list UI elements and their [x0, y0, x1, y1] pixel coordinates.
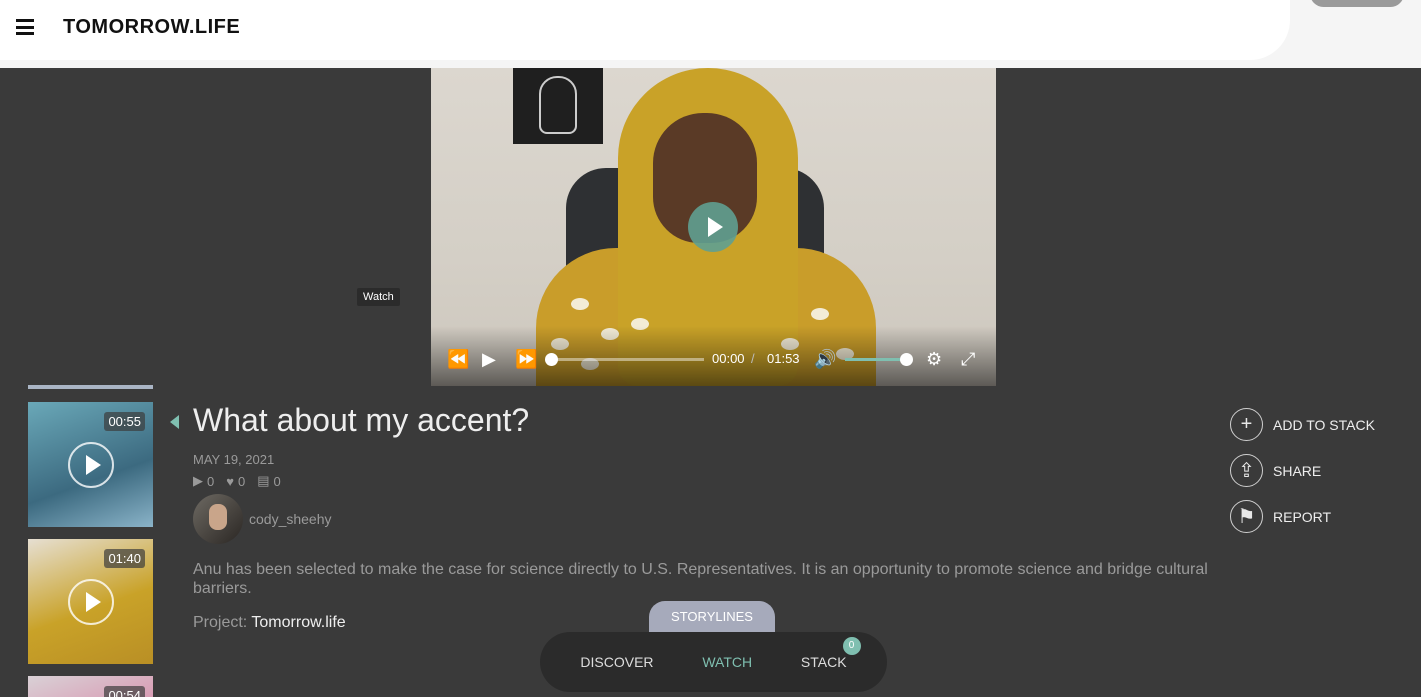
thumbnail-duration: 01:40	[104, 549, 145, 568]
volume-icon[interactable]: 🔊	[814, 349, 836, 369]
header-bar: TOMORROW.LIFE	[0, 0, 1290, 60]
thumbnail-scroll-indicator	[28, 385, 153, 389]
heart-icon: ♥	[226, 473, 234, 489]
nav-stack-label: STACK	[800, 654, 847, 670]
comments-count: 0	[273, 473, 281, 489]
likes-count: 0	[237, 473, 246, 489]
nav-watch[interactable]: WATCH	[702, 654, 752, 670]
story-stats: ▶ 0 ♥ 0 ▤ 0	[193, 473, 281, 489]
share-icon: ⇪	[1230, 454, 1263, 487]
stack-count-badge: 0	[842, 637, 861, 655]
thumbnail-duration: 00:55	[104, 412, 145, 431]
current-time: 00:00	[712, 351, 745, 366]
settings-gear-icon[interactable]: ⚙	[926, 349, 942, 369]
watch-tooltip: Watch	[357, 288, 400, 306]
rewind-icon[interactable]: ⏪	[447, 349, 469, 369]
nav-discover[interactable]: DISCOVER	[580, 654, 653, 670]
user-avatar[interactable]	[193, 494, 243, 544]
storylines-tab[interactable]: STORYLINES	[649, 601, 775, 633]
big-play-button[interactable]	[688, 202, 738, 252]
progress-slider[interactable]	[545, 353, 704, 366]
thumbnail-play-icon[interactable]	[68, 579, 114, 625]
site-logo[interactable]: TOMORROW.LIFE	[63, 16, 240, 39]
share-label: SHARE	[1273, 462, 1322, 479]
bottom-nav: DISCOVER WATCH STACK 0	[540, 632, 887, 692]
video-player[interactable]: ⏪ ▶ ⏩ 00:00 / 01:53 🔊 ⚙ ⤢	[431, 68, 996, 386]
progress-knob[interactable]	[545, 353, 558, 366]
play-icon[interactable]: ▶	[482, 349, 496, 369]
flag-icon: ⚑	[1230, 500, 1263, 533]
profile-button[interactable]	[1310, 0, 1404, 7]
nav-stack[interactable]: STACK 0	[800, 637, 861, 670]
share-button[interactable]: ⇪ SHARE	[1230, 454, 1321, 487]
plays-icon: ▶	[193, 473, 203, 488]
fast-forward-icon[interactable]: ⏩	[515, 349, 537, 369]
time-separator: /	[751, 351, 755, 366]
fullscreen-icon[interactable]: ⤢	[961, 349, 975, 369]
report-button[interactable]: ⚑ REPORT	[1230, 500, 1331, 533]
username-link[interactable]: cody_sheehy	[249, 511, 332, 527]
back-arrow-icon[interactable]	[170, 415, 179, 429]
report-label: REPORT	[1273, 508, 1332, 525]
thumbnail-item[interactable]: 01:40	[28, 539, 153, 664]
story-date: MAY 19, 2021	[193, 452, 275, 467]
thumbnail-play-icon[interactable]	[68, 442, 114, 488]
volume-knob[interactable]	[899, 353, 913, 366]
thumbnail-item[interactable]: 00:55	[28, 402, 153, 527]
thumbnail-item[interactable]: 00:54	[28, 676, 153, 697]
project-label: Project:	[193, 614, 248, 631]
story-description: Anu has been selected to make the case f…	[193, 561, 1208, 597]
thumbnail-duration: 00:54	[104, 686, 145, 697]
add-to-stack-label: ADD TO STACK	[1273, 416, 1375, 433]
add-to-stack-button[interactable]: + ADD TO STACK	[1230, 408, 1375, 441]
project-line: Project: Tomorrow.life	[193, 614, 346, 632]
comment-icon: ▤	[257, 473, 270, 488]
project-link[interactable]: Tomorrow.life	[251, 614, 345, 631]
story-title: What about my accent?	[193, 402, 530, 438]
total-duration: 01:53	[767, 351, 800, 366]
menu-icon[interactable]	[16, 19, 34, 35]
wall-poster	[513, 68, 603, 144]
plays-count: 0	[207, 473, 215, 489]
plus-icon: +	[1230, 408, 1263, 441]
volume-slider[interactable]	[845, 353, 913, 366]
